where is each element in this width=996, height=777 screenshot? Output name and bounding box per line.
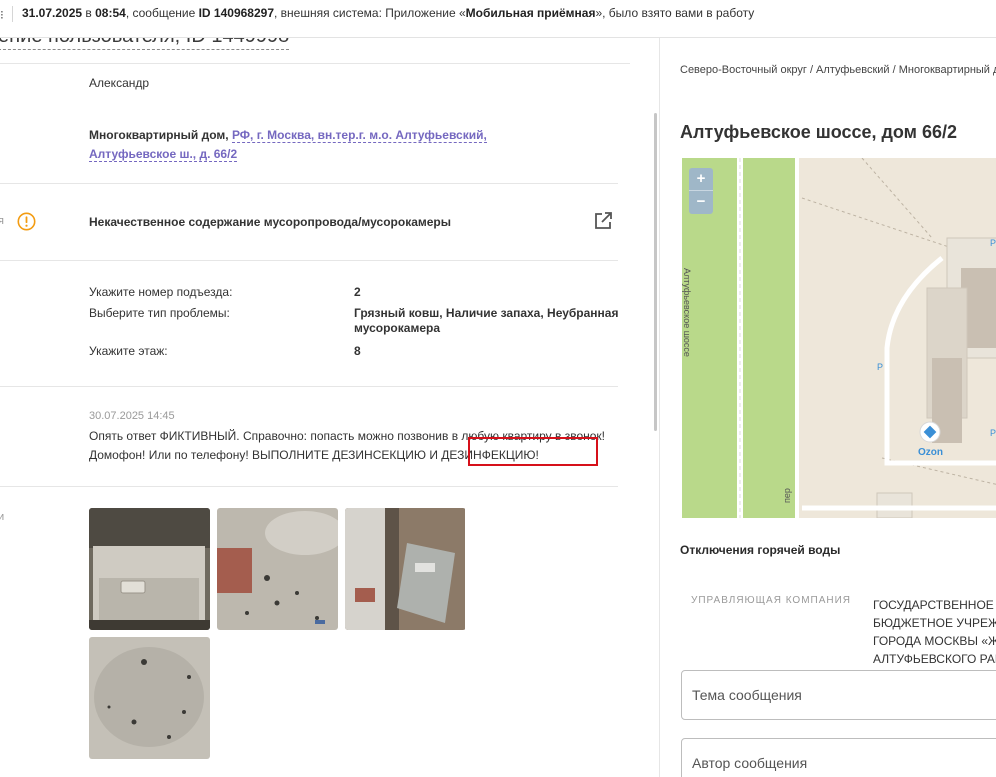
photo-thumbnail[interactable] [217, 508, 338, 630]
photo-thumbnail[interactable] [89, 508, 210, 630]
photo-thumbnail[interactable] [89, 637, 210, 759]
notification-time: 08:54 [95, 6, 126, 20]
notification-bar: ⁝ 31.07.2025 в 08:54, сообщение ID 14096… [0, 0, 996, 38]
field-label: Укажите этаж: [89, 344, 168, 358]
poi-ozon-label: Ozon [918, 447, 943, 458]
object-info-panel: Северо-Восточный округ / Алтуфьевский / … [660, 38, 996, 777]
field-label: Укажите номер подъезда: [89, 285, 233, 299]
menu-icon[interactable]: ⁝ [0, 8, 4, 22]
photo-thumbnail[interactable] [345, 508, 466, 630]
comment-date: 30.07.2025 14:45 [89, 410, 175, 422]
notification-id: ID 140968297 [198, 6, 274, 20]
lane-label: пер [782, 488, 792, 503]
divider [0, 63, 630, 64]
field-value: Грязный ковш, Наличие запаха, Неубранная… [354, 306, 619, 335]
notification-text-1: , сообщение [125, 6, 199, 20]
highlight-box [468, 437, 598, 466]
field-label: Выберите тип проблемы: [89, 306, 230, 320]
parking-label: P [990, 428, 996, 438]
author-placeholder: Автор сообщения [692, 755, 808, 771]
notification-at: в [82, 6, 96, 20]
author-name: Александр [89, 76, 150, 90]
divider [0, 183, 618, 184]
subject-input[interactable]: Тема сообщения [681, 670, 996, 720]
divider [0, 386, 618, 387]
category-label: я [0, 215, 4, 227]
page-title: ение пользователя, ID 1449998 [0, 38, 290, 50]
notification-system: Мобильная приёмная [465, 6, 596, 20]
notification-text-3: », было взято вами в работу [595, 6, 755, 20]
map[interactable]: P P P Ozon Алтуфьевское шоссе пер [682, 158, 996, 518]
photos-label: и [0, 511, 5, 523]
subject-placeholder: Тема сообщения [692, 687, 802, 703]
zoom-out-button[interactable]: − [689, 191, 713, 213]
address-prefix: Многоквартирный дом, [89, 128, 232, 142]
management-company-label: УПРАВЛЯЮЩАЯ КОМПАНИЯ [691, 595, 852, 606]
street-label: Алтуфьевское шоссе [682, 268, 692, 357]
notification-message: 31.07.2025 в 08:54, сообщение ID 1409682… [22, 6, 754, 20]
hot-water-outages-title: Отключения горячей воды [680, 543, 841, 557]
parking-label: P [877, 362, 883, 372]
management-company-value: ГОСУДАРСТВЕННОЕ БЮДЖЕТНОЕ УЧРЕЖДЕНИЕ ГОР… [873, 598, 996, 666]
breadcrumb: Северо-Восточный округ / Алтуфьевский / … [680, 64, 996, 76]
object-address: Многоквартирный дом, РФ, г. Москва, вн.т… [89, 126, 509, 164]
author-input[interactable]: Автор сообщения [681, 738, 996, 777]
parking-label: P [990, 238, 996, 248]
zoom-in-button[interactable]: + [689, 168, 713, 190]
object-title: Алтуфьевское шоссе, дом 66/2 [680, 122, 958, 142]
field-value: 2 [354, 285, 361, 299]
appeal-details-panel: ение пользователя, ID 1449998 Александр … [0, 38, 658, 777]
map-zoom-control: + − [689, 168, 713, 214]
divider [0, 260, 618, 261]
field-value: 8 [354, 344, 361, 358]
problem-category: Некачественное содержание мусоропровода/… [89, 215, 451, 229]
notification-text-2: , внешняя система: Приложение « [274, 6, 466, 20]
open-external-icon[interactable] [593, 211, 613, 231]
scrollbar[interactable] [654, 113, 657, 431]
warning-icon [17, 212, 36, 231]
notification-date: 31.07.2025 [22, 6, 83, 20]
divider [0, 486, 618, 487]
divider [12, 6, 13, 22]
